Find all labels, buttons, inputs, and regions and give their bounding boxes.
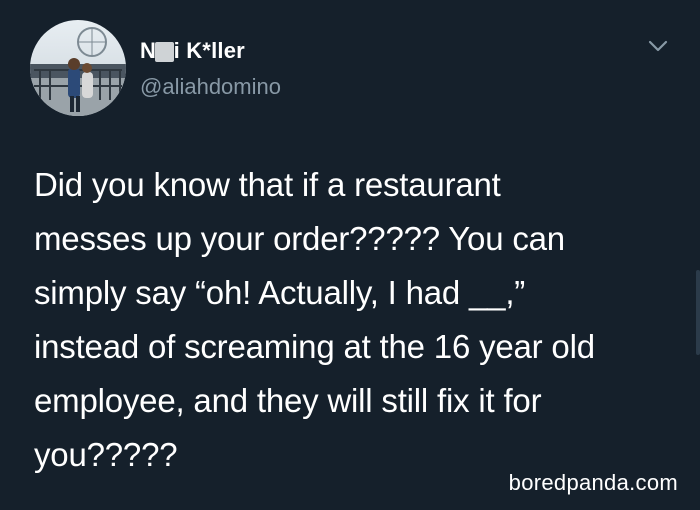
tweet-text-line: instead of screaming at the 16 year old [34, 328, 595, 365]
avatar-photo [30, 20, 126, 116]
user-handle[interactable]: @aliahdomino [140, 74, 281, 100]
tweet-text: Did you know that if a restaurant messes… [34, 158, 684, 482]
tweet-text-line: Did you know that if a restaurant [34, 166, 501, 203]
watermark: boredpanda.com [508, 470, 678, 495]
censor-block [155, 42, 174, 62]
tweet-card: N zi K*ller @aliahdomino Did you know th… [0, 0, 700, 510]
avatar[interactable] [30, 20, 126, 116]
tweet-text-line: simply say “oh! Actually, I had __,” [34, 274, 526, 311]
chevron-down-icon[interactable] [644, 36, 672, 56]
tweet-text-line: messes up your order????? You can [34, 220, 565, 257]
scrollbar[interactable] [696, 270, 700, 355]
tweet-text-line: employee, and they will still fix it for [34, 382, 542, 419]
